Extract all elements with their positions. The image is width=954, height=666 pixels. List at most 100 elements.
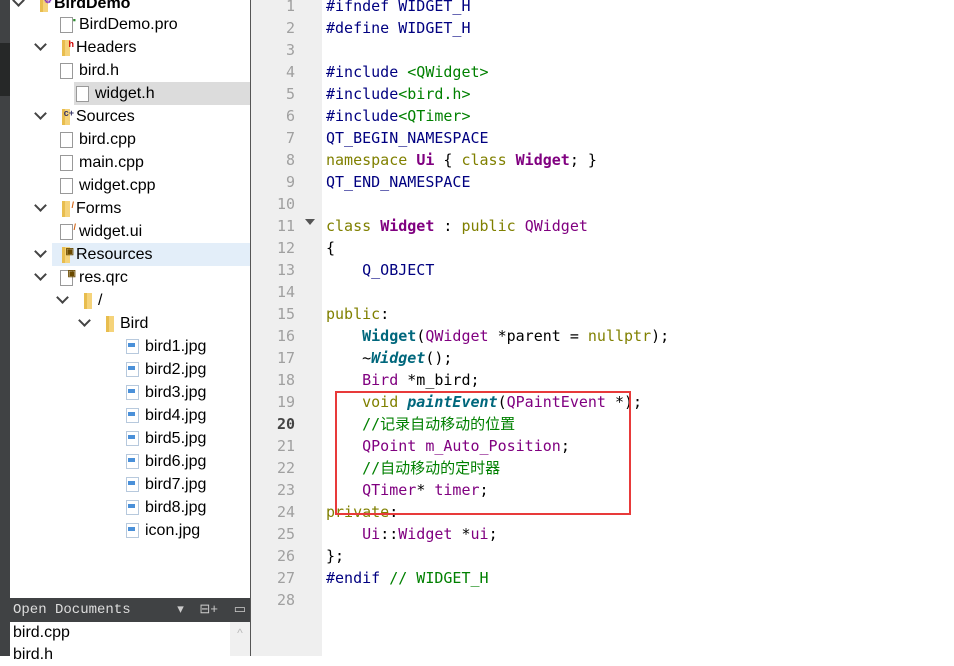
line-number: 25 xyxy=(276,525,295,543)
tree-item[interactable]: bird8.jpg xyxy=(10,496,250,519)
tree-item-label: bird3.jpg xyxy=(145,384,207,401)
code-line[interactable]: QT_END_NAMESPACE xyxy=(326,171,471,193)
tree-item[interactable]: bird.h xyxy=(10,59,250,82)
tree-item[interactable]: c+ Sources xyxy=(10,105,250,128)
code-line[interactable]: #include <QWidget> xyxy=(326,61,489,83)
tree-item[interactable]: / widget.ui xyxy=(10,220,250,243)
fold-marker-icon[interactable] xyxy=(305,219,315,225)
dropdown-icon[interactable]: ▾ xyxy=(177,602,184,617)
line-number: 24 xyxy=(276,503,295,521)
tree-item-label: bird6.jpg xyxy=(145,453,207,470)
tree-item[interactable]: Bird xyxy=(10,312,250,335)
folder-icon: ▣ xyxy=(62,246,74,263)
tree-item-label: Bird xyxy=(120,315,149,332)
code-token: // WIDGET_H xyxy=(389,569,489,587)
code-token: Widget xyxy=(362,327,417,345)
tree-item[interactable]: bird4.jpg xyxy=(10,404,250,427)
tree-item-label: bird1.jpg xyxy=(145,338,207,355)
tree-item[interactable]: bird1.jpg xyxy=(10,335,250,358)
code-line[interactable]: #define WIDGET_H xyxy=(326,17,471,39)
code-token: Widget xyxy=(398,525,453,543)
code-token: QWidget xyxy=(425,327,489,345)
tree-item[interactable]: / Forms xyxy=(10,197,250,220)
tree-item[interactable]: widget.h xyxy=(74,82,250,105)
chevron-down-icon[interactable] xyxy=(34,39,48,53)
tree-item[interactable]: bird2.jpg xyxy=(10,358,250,381)
code-line[interactable]: #ifndef WIDGET_H xyxy=(326,0,471,17)
chevron-down-icon[interactable] xyxy=(34,108,48,122)
line-number: 4 xyxy=(285,63,295,81)
code-token: Q_OBJECT xyxy=(326,261,435,279)
file-icon: / xyxy=(60,222,76,240)
code-line[interactable]: #endif // WIDGET_H xyxy=(326,567,489,589)
scrollbar-up-arrow[interactable]: ^ xyxy=(230,622,250,656)
tree-item[interactable]: ▣ res.qrc xyxy=(10,266,250,289)
chevron-down-icon[interactable] xyxy=(34,246,48,260)
code-line[interactable]: Ui::Widget *ui; xyxy=(326,523,497,545)
code-token: : xyxy=(434,217,462,235)
code-token: Widget xyxy=(371,349,426,367)
open-document-item[interactable]: bird.cpp xyxy=(10,622,250,644)
code-token: :: xyxy=(380,525,399,543)
tree-item[interactable]: / xyxy=(10,289,250,312)
tree-item-label: Forms xyxy=(76,200,122,217)
split-icon[interactable]: ⊟+ xyxy=(199,602,218,617)
project-tree[interactable]: ⚙BirdDemo▪BirdDemo.prohHeadersbird.hwidg… xyxy=(10,0,250,598)
chevron-down-icon[interactable] xyxy=(12,0,26,9)
code-editor[interactable]: #ifndef WIDGET_H #define WIDGET_H #include… xyxy=(326,0,954,656)
chevron-down-icon[interactable] xyxy=(34,269,48,283)
code-line[interactable]: ~Widget(); xyxy=(326,347,452,369)
tree-item[interactable]: widget.cpp xyxy=(10,174,250,197)
close-pane-icon[interactable]: ▭ xyxy=(234,602,246,617)
code-token: (); xyxy=(425,349,453,367)
code-line[interactable]: }; xyxy=(326,545,344,567)
code-line[interactable]: public: xyxy=(326,303,389,325)
code-token: Widget xyxy=(515,151,570,169)
line-number: 16 xyxy=(276,327,295,345)
image-file-icon xyxy=(126,362,139,377)
code-token: QT_END_NAMESPACE xyxy=(326,173,471,191)
tree-item[interactable]: bird5.jpg xyxy=(10,427,250,450)
line-number: 11 xyxy=(276,217,295,235)
line-number: 13 xyxy=(276,261,295,279)
tree-item[interactable]: h Headers xyxy=(10,36,250,59)
code-token: *parent = xyxy=(488,327,588,345)
tree-item[interactable]: bird7.jpg xyxy=(10,473,250,496)
tree-item[interactable]: main.cpp xyxy=(10,151,250,174)
code-line[interactable]: #include<bird.h> xyxy=(326,83,471,105)
code-line[interactable]: Widget(QWidget *parent = nullptr); xyxy=(326,325,669,347)
line-number: 2 xyxy=(285,19,295,37)
code-line[interactable]: Q_OBJECT xyxy=(326,259,434,281)
code-token: Bird xyxy=(362,371,399,389)
tree-item[interactable]: bird3.jpg xyxy=(10,381,250,404)
line-number: 5 xyxy=(285,85,295,103)
code-token: public xyxy=(461,217,525,235)
tree-item[interactable]: ▣ Resources xyxy=(52,243,250,266)
folder-icon: h xyxy=(62,39,74,56)
chevron-down-icon[interactable] xyxy=(78,315,92,329)
tree-item-label: bird7.jpg xyxy=(145,476,207,493)
tree-item[interactable]: bird6.jpg xyxy=(10,450,250,473)
tree-item-label: icon.jpg xyxy=(145,522,201,539)
tree-item[interactable]: ▪ BirdDemo.pro xyxy=(10,13,250,36)
mode-selected-indicator[interactable] xyxy=(0,43,10,96)
code-line[interactable]: #include<QTimer> xyxy=(326,105,471,127)
code-line[interactable]: { xyxy=(326,237,335,259)
chevron-down-icon[interactable] xyxy=(34,200,48,214)
file-icon xyxy=(60,154,73,171)
chevron-down-icon[interactable] xyxy=(56,292,70,306)
tree-item[interactable]: bird.cpp xyxy=(10,128,250,151)
code-token: <QTimer> xyxy=(398,107,471,125)
code-line[interactable]: QT_BEGIN_NAMESPACE xyxy=(326,127,489,149)
tree-item[interactable]: icon.jpg xyxy=(10,519,250,542)
image-file-icon xyxy=(126,454,139,469)
code-line[interactable]: class Widget : public QWidget xyxy=(326,215,588,237)
file-icon: ▪ xyxy=(60,15,76,33)
open-documents-list: bird.cpp bird.h xyxy=(10,622,250,663)
code-line[interactable]: Bird *m_bird; xyxy=(326,369,479,391)
open-document-item[interactable]: bird.h xyxy=(10,644,250,666)
code-token: <bird.h> xyxy=(398,85,471,103)
code-token: }; xyxy=(326,547,345,565)
tree-item-label: res.qrc xyxy=(79,269,128,286)
code-line[interactable]: namespace Ui { class Widget; } xyxy=(326,149,597,171)
